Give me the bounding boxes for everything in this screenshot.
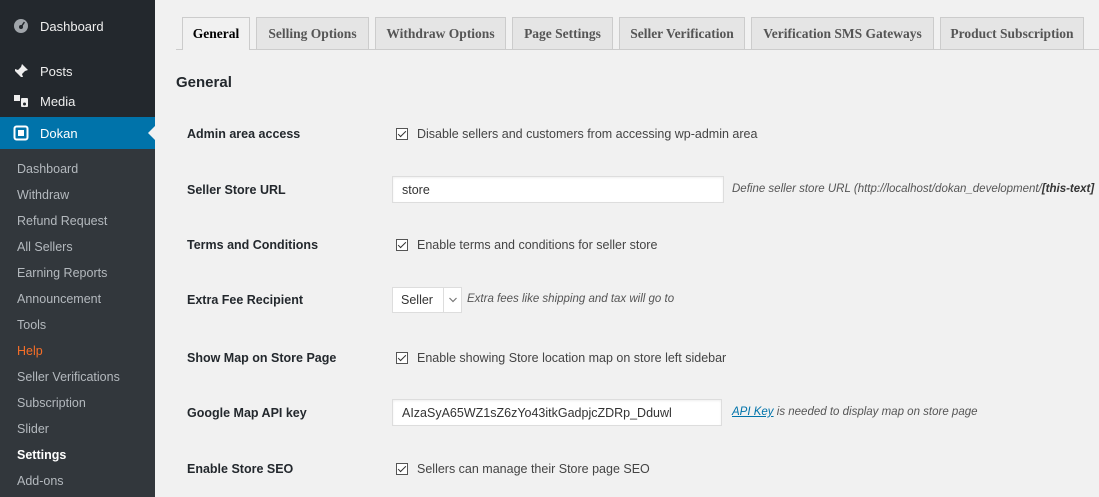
store-seo-checkbox[interactable] [396, 463, 408, 475]
terms-text: Enable terms and conditions for seller s… [417, 238, 658, 252]
store-url-label: Seller Store URL [187, 183, 286, 197]
show-map-text: Enable showing Store location map on sto… [417, 351, 727, 365]
extra-fee-select[interactable]: Seller [392, 287, 462, 313]
section-title: General [176, 74, 232, 91]
tab-general[interactable]: General [182, 17, 250, 50]
tab-page-settings[interactable]: Page Settings [512, 17, 613, 49]
extra-fee-description: Extra fees like shipping and tax will go… [467, 293, 675, 305]
store-seo-text: Sellers can manage their Store page SEO [417, 462, 650, 476]
show-map-checkbox[interactable] [396, 352, 408, 364]
submenu-settings[interactable]: Settings [17, 447, 66, 463]
extra-fee-label: Extra Fee Recipient [187, 293, 304, 307]
dashboard-icon [11, 16, 31, 36]
terms-option[interactable]: Enable terms and conditions for seller s… [396, 238, 657, 252]
submenu-tools[interactable]: Tools [17, 317, 46, 333]
submenu-earning-reports[interactable]: Earning Reports [17, 265, 107, 281]
extra-fee-selected: Seller [401, 293, 433, 307]
terms-label: Terms and Conditions [187, 238, 319, 252]
submenu-withdraw[interactable]: Withdraw [17, 187, 69, 203]
dokan-submenu: Dashboard Withdraw Refund Request All Se… [0, 149, 155, 497]
dokan-icon [11, 123, 31, 143]
admin-access-option[interactable]: Disable sellers and customers from acces… [396, 127, 757, 141]
store-url-desc-code: [this-text] [1041, 183, 1095, 195]
store-url-input[interactable] [392, 176, 724, 203]
tabs-divider [176, 49, 1099, 50]
map-api-desc-text: is needed to display map on store page [773, 406, 978, 418]
menu-label: Posts [40, 63, 73, 79]
admin-access-text: Disable sellers and customers from acces… [417, 127, 758, 141]
menu-label: Dokan [40, 125, 78, 141]
submenu-dashboard[interactable]: Dashboard [17, 161, 78, 177]
menu-label: Media [40, 93, 76, 109]
tab-verification-sms-gateways[interactable]: Verification SMS Gateways [751, 17, 934, 49]
store-seo-label: Enable Store SEO [187, 462, 294, 476]
map-api-input[interactable] [392, 399, 722, 426]
admin-access-checkbox[interactable] [396, 128, 408, 140]
menu-item-media[interactable]: Media [0, 85, 155, 117]
menu-label: Dashboard [40, 18, 104, 34]
submenu-all-sellers[interactable]: All Sellers [17, 239, 73, 255]
menu-item-posts[interactable]: Posts [0, 55, 155, 87]
menu-item-dashboard[interactable]: Dashboard [0, 10, 155, 42]
map-api-label: Google Map API key [187, 406, 307, 420]
show-map-label: Show Map on Store Page [187, 351, 337, 365]
submenu-add-ons[interactable]: Add-ons [17, 473, 64, 489]
store-seo-option[interactable]: Sellers can manage their Store page SEO [396, 462, 650, 476]
store-url-description: Define seller store URL (http://localhos… [732, 183, 1094, 195]
show-map-option[interactable]: Enable showing Store location map on sto… [396, 351, 726, 365]
store-url-desc-text: Define seller store URL (http://localhos… [732, 183, 1042, 195]
chevron-down-icon [443, 288, 461, 312]
tab-seller-verification[interactable]: Seller Verification [619, 17, 745, 49]
pin-icon [11, 61, 31, 81]
submenu-help[interactable]: Help [17, 343, 43, 359]
submenu-subscription[interactable]: Subscription [17, 395, 86, 411]
terms-checkbox[interactable] [396, 239, 408, 251]
map-api-description: API Key is needed to display map on stor… [732, 406, 978, 418]
tab-selling-options[interactable]: Selling Options [256, 17, 369, 49]
api-key-link[interactable]: API Key [732, 406, 774, 418]
submenu-seller-verifications[interactable]: Seller Verifications [17, 369, 120, 385]
submenu-slider[interactable]: Slider [17, 421, 49, 437]
tab-product-subscription[interactable]: Product Subscription [940, 17, 1084, 49]
menu-item-dokan[interactable]: Dokan [0, 117, 155, 149]
media-icon [11, 91, 31, 111]
tab-withdraw-options[interactable]: Withdraw Options [375, 17, 506, 49]
submenu-refund-request[interactable]: Refund Request [17, 213, 107, 229]
admin-access-label: Admin area access [187, 127, 301, 141]
submenu-announcement[interactable]: Announcement [17, 291, 101, 307]
active-indicator-arrow [148, 126, 155, 140]
admin-sidebar: Dashboard Posts Media Dokan Dashboard Wi… [0, 0, 155, 497]
